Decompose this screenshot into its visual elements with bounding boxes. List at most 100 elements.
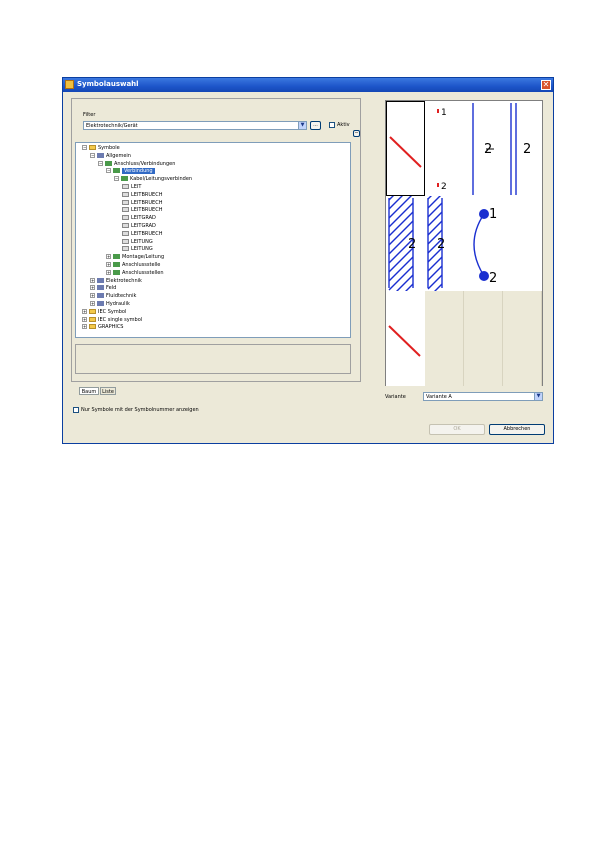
symbol-cell[interactable]: 2: [503, 101, 542, 196]
lib-icon: [97, 152, 104, 158]
tree-node[interactable]: LEITBRUECH: [122, 199, 163, 207]
expand-icon[interactable]: +: [106, 254, 111, 260]
tree-node-label: LEITBRUECH: [131, 199, 163, 206]
tab-list[interactable]: Liste: [100, 387, 116, 395]
collapse-icon[interactable]: −: [82, 145, 87, 150]
tree-node[interactable]: − Kabel/Leitungsverbinden: [114, 176, 192, 183]
expand-icon[interactable]: +: [106, 269, 111, 275]
tree-node[interactable]: LEITUNG: [122, 246, 153, 253]
symbol-cell[interactable]: [386, 291, 425, 386]
pin-marker: [437, 109, 439, 113]
tree-node[interactable]: + IEC Symbol: [82, 308, 126, 316]
expand-icon[interactable]: +: [90, 277, 95, 283]
tree-node-label: Fluidtechnik: [106, 293, 137, 300]
tree-node[interactable]: + Elektrotechnik: [90, 277, 142, 285]
collapse-icon[interactable]: −: [90, 152, 95, 158]
tree-node[interactable]: LEITUNG: [122, 238, 153, 246]
expand-icon[interactable]: +: [90, 301, 95, 306]
tree-node-label: Anschlussstelle: [122, 262, 161, 268]
sym-icon: [121, 176, 128, 182]
symbol-cell[interactable]: 12: [425, 101, 464, 196]
tree-node-label: LEITBRUECH: [131, 230, 163, 237]
expand-icon[interactable]: +: [90, 293, 95, 299]
sym-icon: [113, 254, 120, 260]
variant-value: Variante A: [426, 394, 452, 400]
symbol-pin-label: 2: [437, 237, 445, 252]
symbol-pin-label: 2: [489, 271, 497, 286]
tab-tree[interactable]: Baum: [79, 387, 99, 395]
tree-node[interactable]: − Symbole: [82, 145, 120, 152]
symbol-cell[interactable]: [503, 196, 542, 291]
chevron-down-icon[interactable]: ▼: [534, 393, 542, 400]
symbol-graphic: 2: [510, 103, 531, 195]
tree-node-label: LEITBRUECH: [131, 207, 163, 214]
symbol-tree[interactable]: − Symbole − Allgemein − Anschluss/Verbindunge…: [75, 142, 351, 338]
symbol-cell[interactable]: 2: [386, 196, 425, 291]
symbol-cell[interactable]: [503, 291, 542, 386]
folder-icon: [89, 324, 96, 330]
tree-node-label: LEITGRAD: [131, 223, 156, 229]
symbol-selection-dialog: Symbolauswahl ✕ Filter Elektrotechnik/Ge…: [62, 77, 554, 444]
symbol-graphic: 2: [472, 103, 494, 195]
folder-icon: [89, 316, 96, 322]
tree-node[interactable]: + Hydraulik: [90, 301, 130, 308]
expand-icon[interactable]: +: [90, 285, 95, 291]
filter-browse-button[interactable]: ...: [310, 121, 321, 130]
symbol-cell[interactable]: 2: [464, 101, 503, 196]
expand-icon[interactable]: +: [106, 262, 111, 267]
tree-node[interactable]: + Anschlussstellen: [106, 269, 164, 277]
filter-active-label: Aktiv: [337, 122, 350, 128]
variant-combo[interactable]: Variante A ▼: [423, 392, 543, 401]
tree-node[interactable]: + IEC single symbol: [82, 316, 142, 324]
lib-icon: [97, 277, 104, 283]
tree-node[interactable]: LEIT: [122, 184, 141, 191]
sym-icon: [113, 168, 120, 174]
collapse-icon[interactable]: −: [114, 176, 119, 182]
tree-node[interactable]: + GRAPHICS: [82, 324, 123, 331]
lib-icon: [97, 293, 104, 299]
cancel-button[interactable]: Abbrechen: [489, 424, 545, 435]
chevron-down-icon[interactable]: ▼: [298, 122, 306, 129]
symbol-graphic: 2: [427, 196, 445, 291]
title-bar: Symbolauswahl ✕: [63, 78, 553, 92]
tree-node-label: LEITBRUECH: [131, 191, 163, 198]
tree-node[interactable]: − Allgemein: [90, 152, 131, 160]
expand-icon[interactable]: +: [82, 316, 87, 322]
tree-node[interactable]: LEITBRUECH: [122, 191, 163, 199]
collapse-all-button[interactable]: −: [353, 130, 360, 137]
tree-node[interactable]: − Anschluss/Verbindungen: [98, 160, 175, 168]
symbol-cell[interactable]: 12: [464, 196, 503, 291]
filter-combo[interactable]: Elektrotechnik/Gerät ▼: [83, 121, 307, 130]
tree-node[interactable]: LEITGRAD: [122, 215, 156, 222]
tree-node[interactable]: − Verbindung: [106, 168, 348, 175]
tree-node[interactable]: + Fluidtechnik: [90, 293, 136, 300]
symbol-cell[interactable]: [386, 101, 425, 196]
collapse-icon[interactable]: −: [98, 160, 103, 166]
tree-node[interactable]: + Montage/Leitung: [106, 254, 164, 261]
tree-node-label: Feld: [106, 285, 117, 292]
symbol-cell[interactable]: [425, 291, 464, 386]
symbol-graphic: 2: [388, 196, 416, 291]
expand-icon[interactable]: +: [82, 324, 87, 330]
expand-icon[interactable]: +: [82, 308, 87, 314]
ok-button[interactable]: OK: [429, 424, 485, 435]
collapse-icon[interactable]: −: [106, 168, 111, 174]
tree-node[interactable]: LEITBRUECH: [122, 207, 162, 214]
symbol-graphic: 12: [473, 207, 497, 286]
sym-icon: [113, 262, 120, 267]
tree-node[interactable]: + Feld: [90, 285, 116, 292]
tree-node-label: Symbole: [98, 145, 120, 151]
variant-label: Variante: [385, 394, 406, 400]
page-icon: [122, 223, 129, 228]
filter-active-checkbox[interactable]: [329, 122, 335, 128]
symbol-number-checkbox[interactable]: [73, 407, 79, 413]
symbol-cell[interactable]: [464, 291, 503, 386]
page-icon: [122, 199, 129, 205]
close-button[interactable]: ✕: [541, 80, 551, 90]
filter-label: Filter: [83, 112, 96, 118]
symbol-cell[interactable]: 2: [425, 196, 464, 291]
lib-icon: [97, 301, 104, 306]
tree-node[interactable]: LEITGRAD: [122, 223, 156, 230]
tree-node[interactable]: + Anschlussstelle: [106, 262, 160, 269]
tree-node[interactable]: LEITBRUECH: [122, 230, 163, 238]
